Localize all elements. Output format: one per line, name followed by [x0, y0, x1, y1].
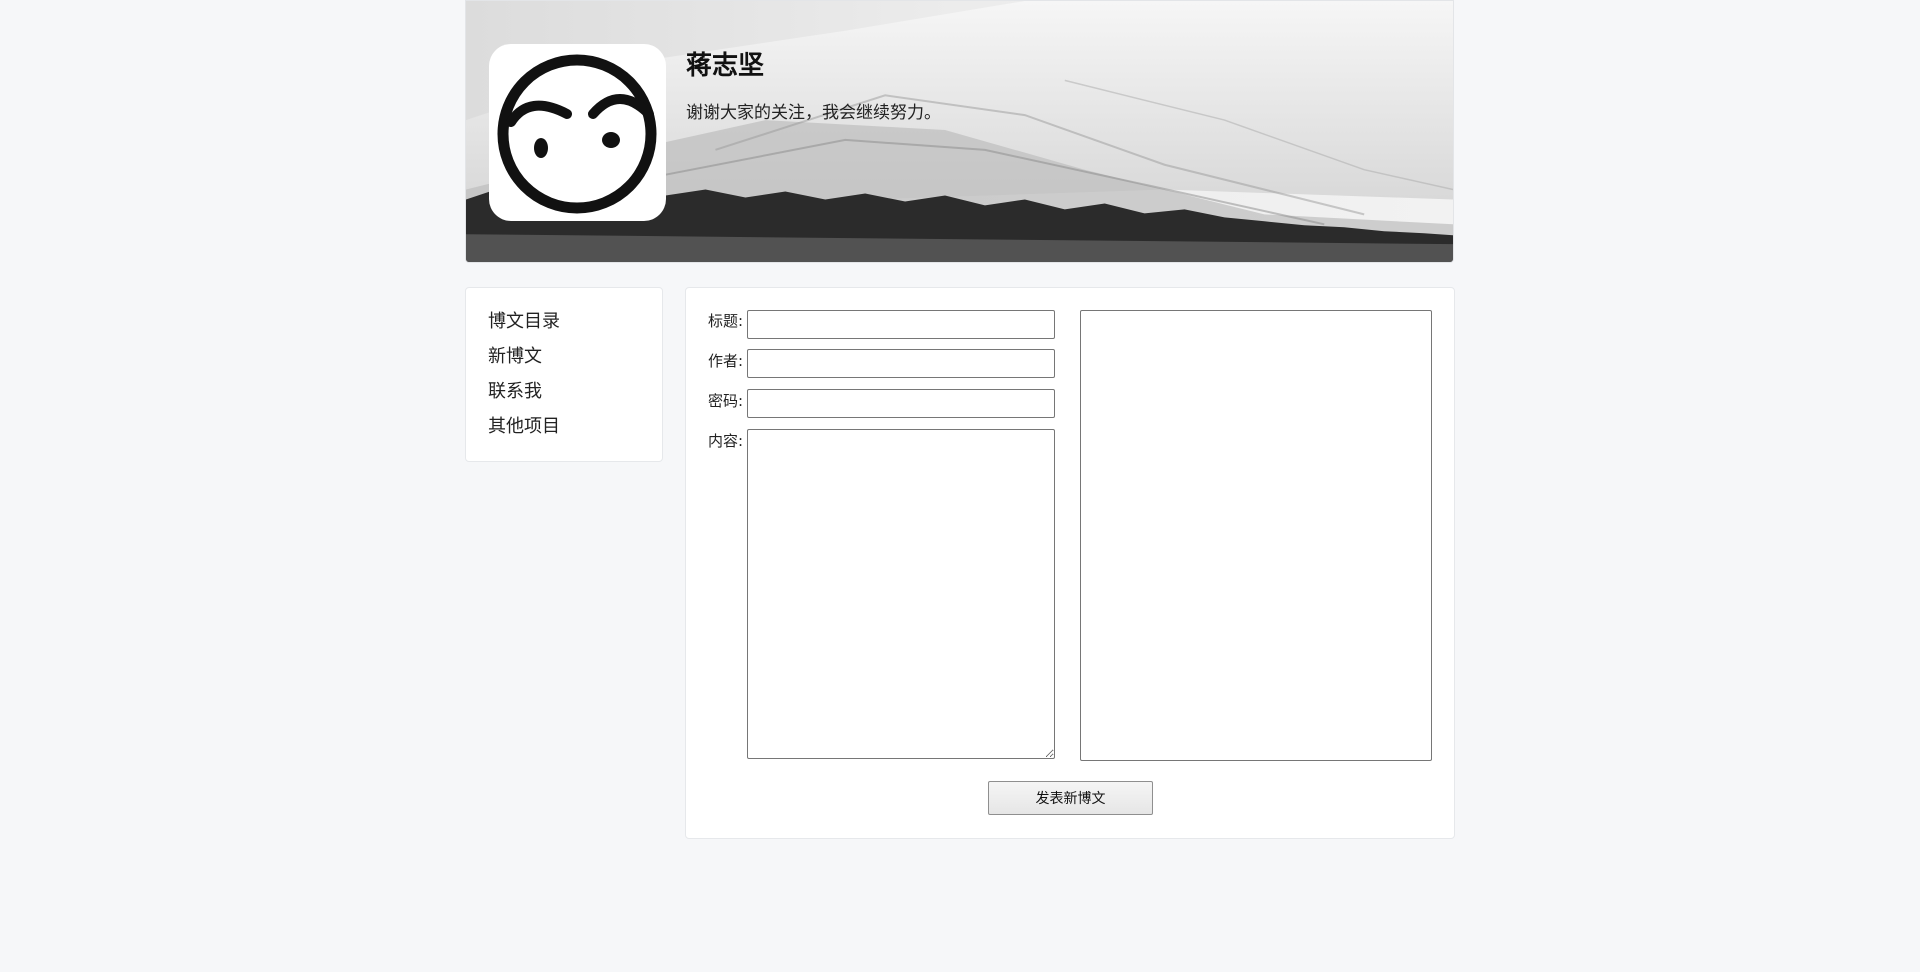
password-input[interactable]: [747, 389, 1055, 418]
header-banner: 蒋志坚 谢谢大家的关注，我会继续努力。: [465, 0, 1454, 263]
content-label: 内容:: [708, 432, 744, 450]
preview-panel: [1080, 310, 1432, 761]
publish-post-button[interactable]: 发表新博文: [988, 781, 1153, 815]
new-post-form: 标题: 作者: 密码: 内容: 发表新博文: [685, 287, 1455, 839]
sidebar-nav: 博文目录 新博文 联系我 其他项目: [465, 287, 663, 462]
sidebar-item-blog-list[interactable]: 博文目录: [488, 308, 662, 343]
password-label: 密码:: [708, 392, 744, 410]
site-motto: 谢谢大家的关注，我会继续努力。: [686, 103, 941, 123]
author-input[interactable]: [747, 349, 1055, 378]
author-label: 作者:: [708, 352, 744, 370]
sidebar-item-other-projects[interactable]: 其他项目: [488, 413, 662, 448]
title-input[interactable]: [747, 310, 1055, 339]
site-title: 蒋志坚: [686, 51, 765, 81]
ink-circle-face-logo-icon: [497, 54, 657, 214]
title-label: 标题:: [708, 312, 744, 330]
content-textarea[interactable]: [747, 429, 1055, 759]
sidebar-item-contact[interactable]: 联系我: [488, 378, 662, 413]
page: 蒋志坚 谢谢大家的关注，我会继续努力。 博文目录 新博文 联系我 其他项目 标题…: [0, 0, 1920, 972]
sidebar-item-new-post[interactable]: 新博文: [488, 343, 662, 378]
avatar: [489, 44, 666, 221]
